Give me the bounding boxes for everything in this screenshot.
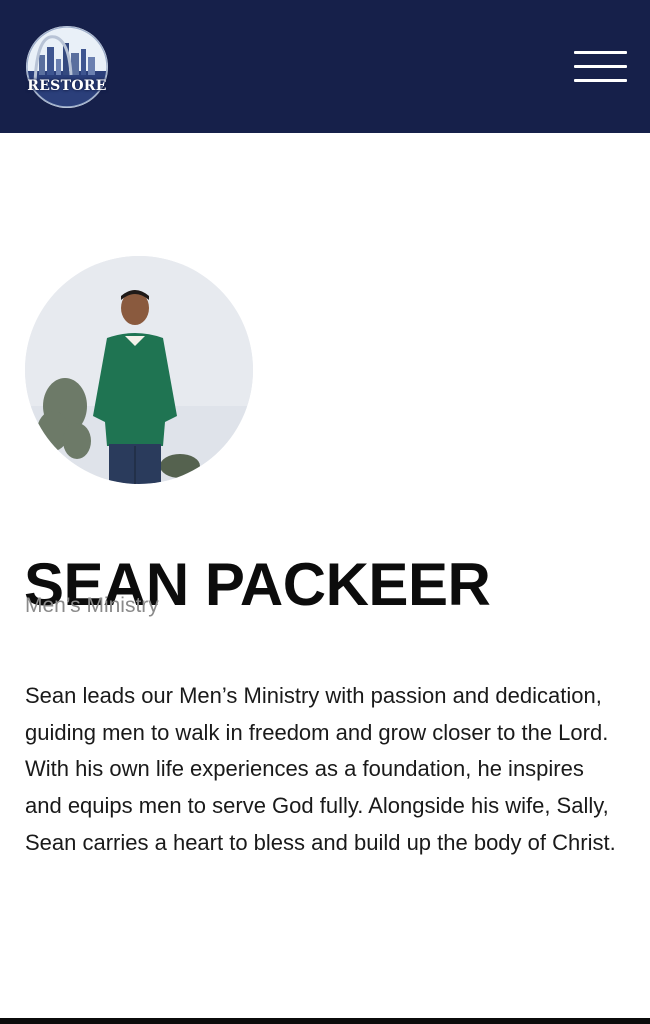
site-header: RESTORE	[0, 0, 650, 133]
hamburger-menu-icon	[574, 51, 627, 83]
restore-logo-emblem	[26, 26, 108, 108]
logo-text: RESTORE	[27, 78, 107, 94]
person-role: Men’s Ministry	[25, 594, 159, 617]
restore-logo[interactable]: RESTORE	[25, 25, 109, 109]
person-bio: Sean leads our Men’s Ministry with passi…	[25, 683, 616, 855]
profile-photo	[25, 256, 253, 484]
bottom-bar	[0, 1018, 650, 1024]
menu-button[interactable]	[570, 48, 630, 86]
